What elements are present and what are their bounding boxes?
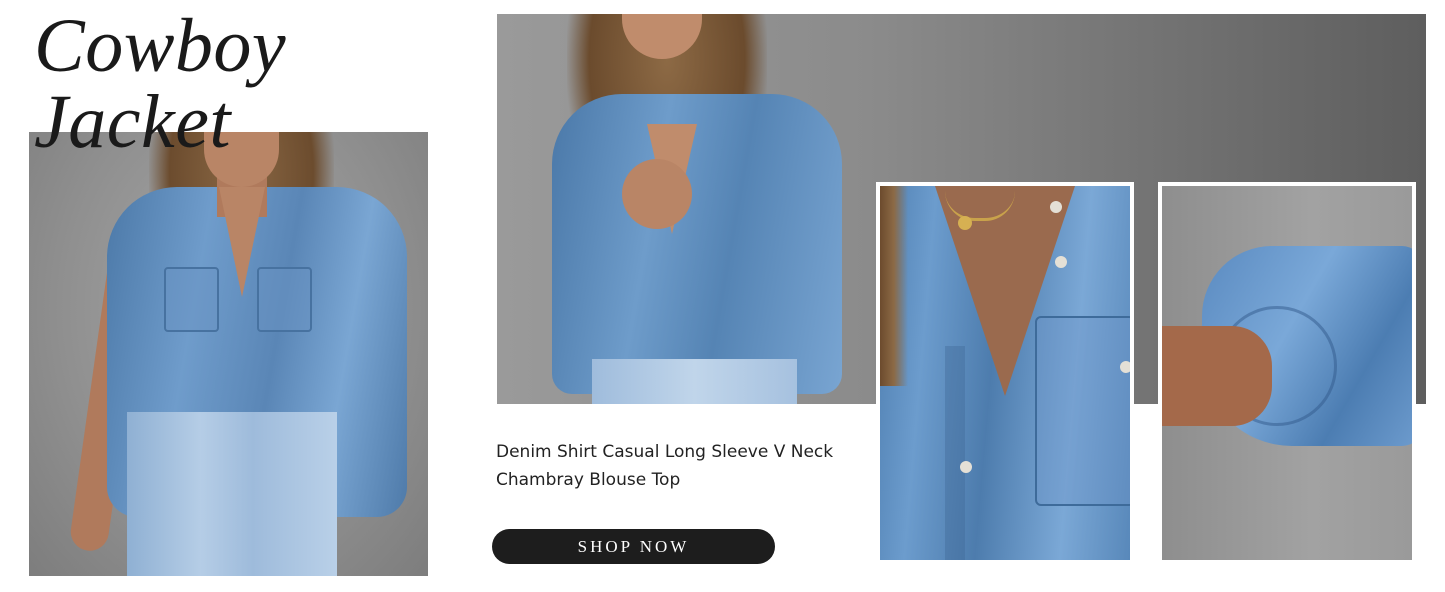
title-line-1: Cowboy: [34, 4, 287, 88]
collar-detail-photo: [876, 182, 1134, 564]
product-description: Denim Shirt Casual Long Sleeve V Neck Ch…: [496, 438, 836, 494]
shop-now-button[interactable]: SHOP NOW: [492, 529, 775, 564]
description-line-1: Denim Shirt Casual Long Sleeve V Neck: [496, 442, 834, 462]
sleeve-detail-photo: [1158, 182, 1416, 564]
description-line-2: Chambray Blouse Top: [496, 470, 681, 490]
model-photo-front: [29, 132, 428, 576]
banner-title: Cowboy Jacket: [34, 8, 286, 160]
title-line-2: Jacket: [34, 80, 232, 164]
